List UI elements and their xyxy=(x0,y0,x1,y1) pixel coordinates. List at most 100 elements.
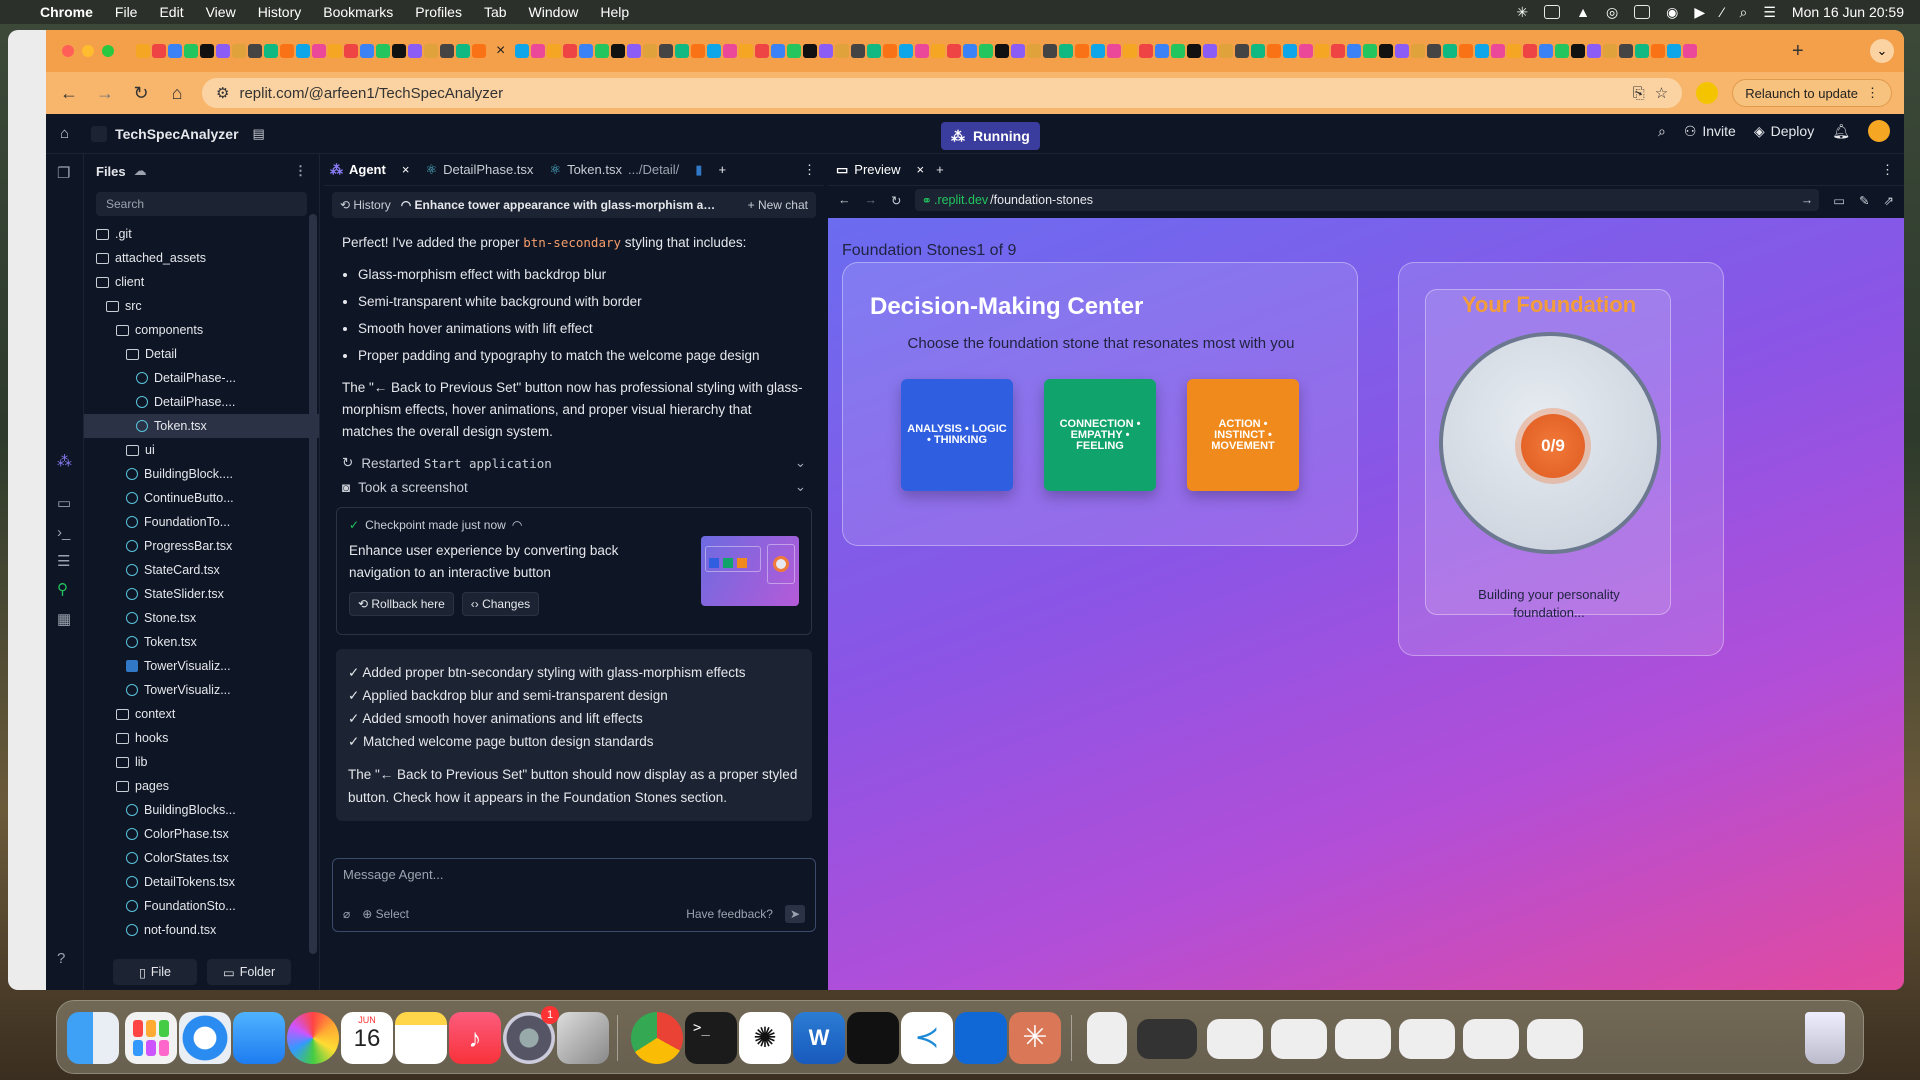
pinned-tab-favicon[interactable] xyxy=(531,44,546,58)
status-play-icon[interactable]: ▶ xyxy=(1694,4,1705,21)
safari-icon[interactable] xyxy=(179,1012,231,1064)
menu-history[interactable]: History xyxy=(258,4,302,20)
pinned-tab-favicon[interactable] xyxy=(1459,44,1474,58)
file-tree-item[interactable]: DetailPhase.... xyxy=(84,390,319,414)
file-tree-item[interactable]: components xyxy=(84,318,319,342)
stone-connection[interactable]: CONNECTION • EMPATHY • FEELING xyxy=(1044,379,1156,491)
status-user-icon[interactable]: ◉ xyxy=(1666,4,1678,21)
tab-agent[interactable]: ⁂ Agent × xyxy=(330,162,409,178)
pinned-tab-favicon[interactable] xyxy=(707,44,722,58)
extension-icon[interactable] xyxy=(1696,82,1719,104)
tabs-menu-icon[interactable]: ⋮ xyxy=(803,162,816,178)
pinned-tab-favicon[interactable] xyxy=(296,44,310,58)
pinned-tab-favicon[interactable] xyxy=(1267,44,1282,58)
pinned-tab-favicon[interactable] xyxy=(931,44,946,58)
preview-menu-icon[interactable]: ⋮ xyxy=(1881,162,1894,178)
file-tree-item[interactable]: ProgressBar.tsx xyxy=(84,534,319,558)
pinned-tab-favicon[interactable] xyxy=(408,44,422,58)
action-screenshot[interactable]: ◙ Took a screenshot ⌄ xyxy=(324,475,824,499)
pinned-tab-favicon[interactable] xyxy=(995,44,1010,58)
pinned-tab-favicon[interactable] xyxy=(184,44,198,58)
file-tree-item[interactable]: ColorPhase.tsx xyxy=(84,822,319,846)
pinned-tab-favicon[interactable] xyxy=(563,44,578,58)
pinned-tab-favicon[interactable] xyxy=(1347,44,1362,58)
pinned-tab-favicon[interactable] xyxy=(643,44,658,58)
file-tree-item[interactable]: BuildingBlocks... xyxy=(84,798,319,822)
stone-action[interactable]: ACTION • INSTINCT • MOVEMENT xyxy=(1187,379,1299,491)
archive-icon[interactable] xyxy=(1087,1012,1127,1064)
pinned-tab-favicon[interactable] xyxy=(1619,44,1634,58)
file-tree-item[interactable]: Stone.tsx xyxy=(84,606,319,630)
file-tree-item[interactable]: BuildingBlock.... xyxy=(84,462,319,486)
launchpad-icon[interactable] xyxy=(125,1012,177,1064)
pinned-tab-favicon[interactable] xyxy=(787,44,802,58)
tab-search-button[interactable]: ⌄ xyxy=(1870,39,1894,63)
music-icon[interactable]: ♪ xyxy=(449,1012,501,1064)
pinned-tab-favicon[interactable] xyxy=(547,44,562,58)
claude-icon[interactable]: ✳ xyxy=(1009,1012,1061,1064)
pinned-tab-favicon[interactable] xyxy=(360,44,374,58)
pinned-tab-favicon[interactable] xyxy=(376,44,390,58)
pinned-tab-favicon[interactable] xyxy=(1123,44,1138,58)
pinned-tab-favicon[interactable] xyxy=(1027,44,1042,58)
file-tree-item[interactable]: context xyxy=(84,702,319,726)
pinned-tab-favicon[interactable] xyxy=(595,44,610,58)
tab-detailphase[interactable]: ⚛ DetailPhase.tsx xyxy=(425,162,533,178)
remote-desktop-icon[interactable] xyxy=(955,1012,1007,1064)
pinned-tab-favicon[interactable] xyxy=(136,44,150,58)
files-scrollbar[interactable] xyxy=(309,214,317,954)
pinned-tab-favicon[interactable] xyxy=(1011,44,1026,58)
split-icon[interactable]: ▮ xyxy=(695,162,702,178)
home-icon[interactable]: ⌂ xyxy=(166,83,188,104)
pinned-tab-favicon[interactable] xyxy=(851,44,866,58)
changes-button[interactable]: ‹› Changes xyxy=(461,592,540,616)
attach-icon[interactable]: ⌀ xyxy=(343,907,350,921)
relaunch-button[interactable]: Relaunch to update ⋮ xyxy=(1732,79,1892,107)
recent-window-icon[interactable] xyxy=(1271,1019,1327,1059)
stone-analysis[interactable]: ANALYSIS • LOGIC • THINKING xyxy=(901,379,1013,491)
pinned-tab-favicon[interactable] xyxy=(883,44,898,58)
pinned-tab-favicon[interactable] xyxy=(1683,44,1698,58)
file-tree-item[interactable]: TowerVisualiz... xyxy=(84,678,319,702)
wifi-off-icon[interactable]: ⁄ xyxy=(1721,4,1723,20)
pinned-tab-favicon[interactable] xyxy=(1571,44,1586,58)
pinned-tab-favicon[interactable] xyxy=(723,44,738,58)
pinned-tab-favicon[interactable] xyxy=(1523,44,1538,58)
deploy-button[interactable]: ◈ Deploy xyxy=(1754,123,1814,140)
pinned-tab-favicon[interactable] xyxy=(1043,44,1058,58)
pinned-tab-favicon[interactable] xyxy=(216,44,230,58)
pinned-tab-favicon[interactable] xyxy=(152,44,166,58)
file-tree-item[interactable]: attached_assets xyxy=(84,246,319,270)
cursor-icon[interactable] xyxy=(847,1012,899,1064)
menu-help[interactable]: Help xyxy=(600,4,629,20)
open-new-tab-icon[interactable]: ⇗ xyxy=(1884,193,1894,208)
reload-icon[interactable]: ↻ xyxy=(130,83,152,104)
pinned-tab-favicon[interactable] xyxy=(675,44,690,58)
preview-url-input[interactable]: ⚭ .replit.dev /foundation-stones → xyxy=(915,189,1820,211)
chevron-down-icon[interactable]: ⌄ xyxy=(795,455,806,471)
recent-window-icon[interactable] xyxy=(1527,1019,1583,1059)
tab-token[interactable]: ⚛ Token.tsx .../Detail/ xyxy=(549,162,679,178)
pinned-tab-favicon[interactable] xyxy=(472,44,486,58)
control-center-icon[interactable]: ☰ xyxy=(1763,4,1776,21)
pinned-tab-favicon[interactable] xyxy=(755,44,770,58)
calendar-icon[interactable]: JUN 16 xyxy=(341,1012,393,1064)
devices-icon[interactable]: ▭ xyxy=(1833,193,1845,208)
pinned-tab-favicon[interactable] xyxy=(611,44,626,58)
invite-button[interactable]: ⚇ Invite xyxy=(1684,123,1736,140)
pinned-tab-favicon[interactable] xyxy=(248,44,262,58)
tab-preview[interactable]: ▭ Preview × xyxy=(836,162,924,178)
minimize-window-button[interactable] xyxy=(82,45,94,57)
file-tree-item[interactable]: FoundationTo... xyxy=(84,510,319,534)
chatgpt-icon[interactable]: ✺ xyxy=(739,1012,791,1064)
new-file-button[interactable]: ▯ File xyxy=(113,959,197,985)
notifications-icon[interactable]: 🔔︎ xyxy=(1832,123,1850,140)
pinned-tab-favicon[interactable] xyxy=(344,44,358,58)
run-status-button[interactable]: ⁂ Running xyxy=(941,122,1040,150)
recent-window-icon[interactable] xyxy=(1335,1019,1391,1059)
pinned-tab-favicon[interactable] xyxy=(947,44,962,58)
message-agent-input[interactable]: Message Agent... ⌀ ⊕ Select Have feedbac… xyxy=(332,858,816,932)
pinned-tab-favicon[interactable] xyxy=(1395,44,1410,58)
pinned-tab-favicon[interactable] xyxy=(440,44,454,58)
search-icon[interactable]: ⌕ xyxy=(1658,123,1666,140)
